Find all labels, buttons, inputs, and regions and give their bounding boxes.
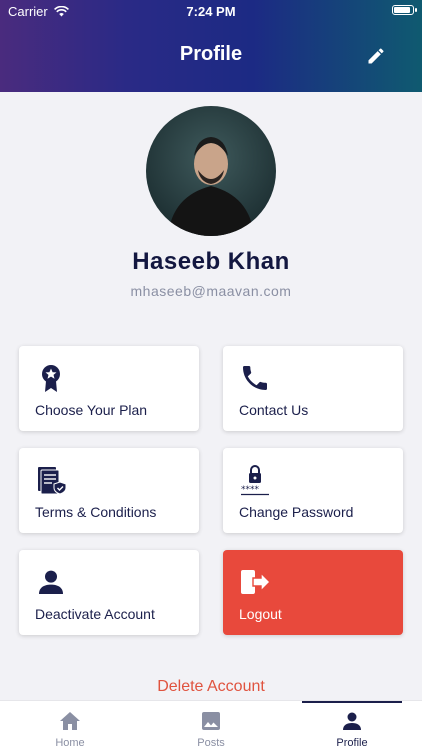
pencil-icon[interactable] <box>366 46 386 66</box>
avatar[interactable] <box>146 106 276 236</box>
profile-name: Haseeb Khan <box>132 248 290 275</box>
tab-bar: Home Posts Profile <box>0 700 422 751</box>
tab-posts[interactable]: Posts <box>141 701 281 751</box>
deactivate-account-card[interactable]: Deactivate Account <box>19 550 199 635</box>
tab-home[interactable]: Home <box>0 701 140 751</box>
card-label: Terms & Conditions <box>35 504 157 520</box>
terms-conditions-card[interactable]: Terms & Conditions <box>19 448 199 533</box>
svg-text:****: **** <box>241 485 260 495</box>
logout-button[interactable]: Logout <box>223 550 403 635</box>
status-bar: Carrier 7:24 PM <box>0 0 422 22</box>
card-label: Logout <box>239 606 282 622</box>
delete-account-button[interactable]: Delete Account <box>0 678 422 696</box>
card-label: Contact Us <box>239 402 309 418</box>
card-label: Change Password <box>239 504 354 520</box>
image-icon <box>202 712 220 730</box>
clock: 7:24 PM <box>186 4 236 19</box>
document-shield-icon <box>38 467 67 495</box>
battery-icon <box>392 5 417 15</box>
tab-profile[interactable]: Profile <box>282 701 422 751</box>
person-icon <box>343 712 361 730</box>
tab-label: Home <box>55 737 85 749</box>
change-password-card[interactable]: **** Change Password <box>223 448 403 533</box>
logout-icon <box>241 570 271 594</box>
header: Carrier 7:24 PM Profile <box>0 0 422 92</box>
contact-us-card[interactable]: Contact Us <box>223 346 403 431</box>
page-title: Profile <box>179 43 243 65</box>
profile-email: mhaseeb@maavan.com <box>130 283 292 299</box>
person-icon <box>39 570 63 594</box>
tab-label: Profile <box>336 737 368 749</box>
home-icon <box>60 712 80 730</box>
choose-plan-card[interactable]: Choose Your Plan <box>19 346 199 431</box>
avatar-photo <box>168 137 254 236</box>
phone-icon <box>243 366 267 390</box>
award-ribbon-icon <box>42 365 60 392</box>
lock-password-icon: **** <box>241 465 269 496</box>
card-label: Choose Your Plan <box>35 402 148 418</box>
card-label: Deactivate Account <box>35 606 155 622</box>
tab-label: Posts <box>197 737 225 749</box>
